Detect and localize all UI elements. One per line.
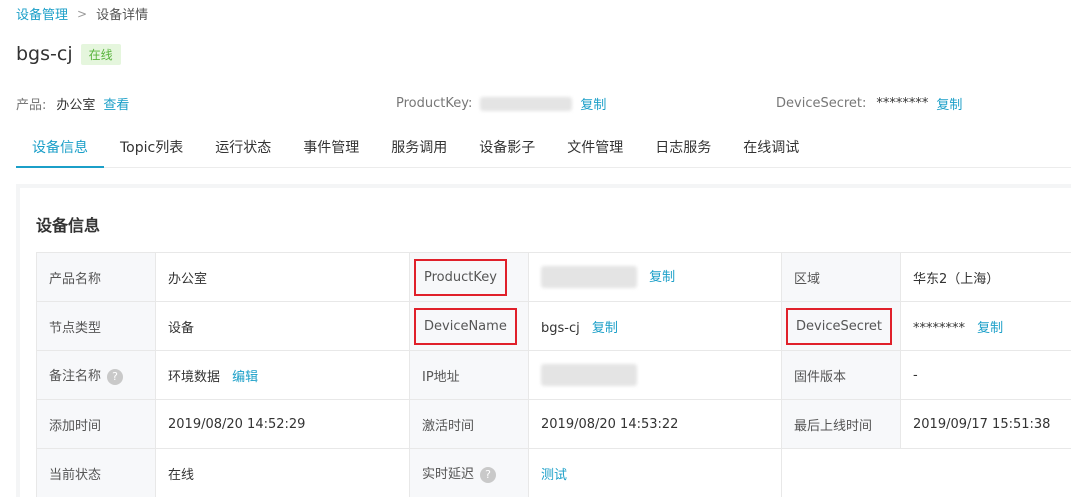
- activated-time-key: 激活时间: [409, 399, 529, 449]
- added-time-key: 添加时间: [36, 399, 156, 449]
- latency-key-cell: 实时延迟?: [409, 448, 529, 497]
- devicesecret-value-cell: ******** 复制: [900, 301, 1071, 351]
- meta-product: 产品: 办公室 查看: [16, 94, 129, 113]
- devicesecret-label: DeviceSecret:: [776, 96, 867, 111]
- remark-edit-button[interactable]: 编辑: [232, 370, 258, 385]
- latency-value-cell: 测试: [528, 448, 782, 497]
- current-status-key: 当前状态: [36, 448, 156, 497]
- table-row: 添加时间 2019/08/20 14:52:29 激活时间 2019/08/20…: [36, 399, 1071, 449]
- remark-key: 备注名称: [49, 369, 102, 385]
- firmware-value: -: [900, 350, 1071, 400]
- question-circle-icon[interactable]: ?: [107, 368, 124, 385]
- node-type-value: 设备: [155, 301, 410, 351]
- product-value: 办公室: [56, 98, 96, 113]
- product-name-key: 产品名称: [36, 252, 156, 302]
- content-panel: 设备信息 产品名称 办公室 ProductKey 复制 区域 华东2（上海） 节…: [16, 184, 1071, 497]
- devicename-key-cell: DeviceName: [409, 301, 529, 351]
- productkey-label: ProductKey:: [396, 96, 473, 111]
- region-value: 华东2（上海）: [900, 252, 1071, 302]
- meta-productkey: ProductKey: 复制: [396, 94, 606, 113]
- productkey-highlight: ProductKey: [414, 258, 507, 296]
- productkey-redacted: [480, 96, 573, 111]
- device-info-table: 产品名称 办公室 ProductKey 复制 区域 华东2（上海） 节点类型 设…: [36, 252, 1071, 497]
- remark-key-cell: 备注名称?: [36, 350, 156, 400]
- productkey-redacted-value: [541, 266, 637, 289]
- current-status-value: 在线: [155, 448, 410, 497]
- added-time-value: 2019/08/20 14:52:29: [155, 399, 410, 449]
- tab-device-shadow[interactable]: 设备影子: [463, 128, 551, 167]
- tab-online-debug[interactable]: 在线调试: [727, 128, 815, 167]
- page-title: bgs-cj: [16, 43, 73, 65]
- devicesecret-masked: ********: [913, 320, 965, 336]
- devicesecret-key-cell: DeviceSecret: [781, 301, 901, 351]
- remark-value: 环境数据: [168, 369, 221, 385]
- region-key: 区域: [781, 252, 901, 302]
- firmware-key: 固件版本: [781, 350, 901, 400]
- page-header: bgs-cj 在线: [16, 43, 121, 65]
- last-online-value: 2019/09/17 15:51:38: [900, 399, 1071, 449]
- ip-value-cell: [528, 350, 782, 400]
- product-view-link[interactable]: 查看: [103, 94, 129, 113]
- tab-event-management[interactable]: 事件管理: [287, 128, 375, 167]
- tab-log-service[interactable]: 日志服务: [639, 128, 727, 167]
- product-name-value: 办公室: [155, 252, 410, 302]
- activated-time-value: 2019/08/20 14:53:22: [528, 399, 782, 449]
- empty-cell: [781, 448, 1071, 497]
- breadcrumb-current: 设备详情: [96, 8, 149, 23]
- table-row: 产品名称 办公室 ProductKey 复制 区域 华东2（上海）: [36, 252, 1071, 302]
- node-type-key: 节点类型: [36, 301, 156, 351]
- table-row: 备注名称? 环境数据 编辑 IP地址 固件版本 -: [36, 350, 1071, 400]
- tab-topic-list[interactable]: Topic列表: [104, 128, 199, 167]
- device-info-card: 设备信息 产品名称 办公室 ProductKey 复制 区域 华东2（上海） 节…: [20, 188, 1071, 497]
- product-label: 产品:: [16, 98, 47, 113]
- status-badge: 在线: [80, 43, 121, 65]
- latency-key: 实时延迟: [422, 467, 475, 483]
- remark-value-cell: 环境数据 编辑: [155, 350, 410, 400]
- devicesecret-value: ********: [876, 96, 929, 111]
- latency-test-button[interactable]: 测试: [541, 468, 567, 483]
- devicename-highlight: DeviceName: [414, 307, 517, 345]
- tab-running-status[interactable]: 运行状态: [199, 128, 287, 167]
- breadcrumb: 设备管理 > 设备详情: [16, 4, 149, 24]
- devicename-copy-button[interactable]: 复制: [592, 321, 618, 336]
- breadcrumb-separator-icon: >: [77, 6, 88, 21]
- productkey-value-cell: 复制: [528, 252, 782, 302]
- productkey-key-cell: ProductKey: [409, 252, 529, 302]
- table-row: 节点类型 设备 DeviceName bgs-cj 复制 DeviceSecre…: [36, 301, 1071, 351]
- meta-devicesecret: DeviceSecret: ******** 复制: [776, 94, 962, 113]
- ip-redacted-value: [541, 364, 637, 386]
- devicename-value: bgs-cj: [541, 320, 580, 336]
- productkey-copy-button[interactable]: 复制: [649, 270, 675, 285]
- devicesecret-copy-button[interactable]: 复制: [977, 321, 1003, 336]
- section-title: 设备信息: [36, 216, 101, 235]
- devicesecret-copy-link[interactable]: 复制: [936, 94, 962, 113]
- breadcrumb-device-management[interactable]: 设备管理: [16, 4, 68, 23]
- tab-file-management[interactable]: 文件管理: [551, 128, 639, 167]
- productkey-copy-link[interactable]: 复制: [580, 94, 606, 113]
- tab-device-info[interactable]: 设备信息: [16, 128, 104, 168]
- devicename-value-cell: bgs-cj 复制: [528, 301, 782, 351]
- tab-bar: 设备信息 Topic列表 运行状态 事件管理 服务调用 设备影子 文件管理 日志…: [16, 128, 1071, 168]
- table-row: 当前状态 在线 实时延迟? 测试: [36, 448, 1071, 497]
- devicesecret-highlight: DeviceSecret: [786, 307, 893, 345]
- last-online-key: 最后上线时间: [781, 399, 901, 449]
- ip-key: IP地址: [409, 350, 529, 400]
- question-circle-icon[interactable]: ?: [480, 466, 497, 483]
- tab-service-invocation[interactable]: 服务调用: [375, 128, 463, 167]
